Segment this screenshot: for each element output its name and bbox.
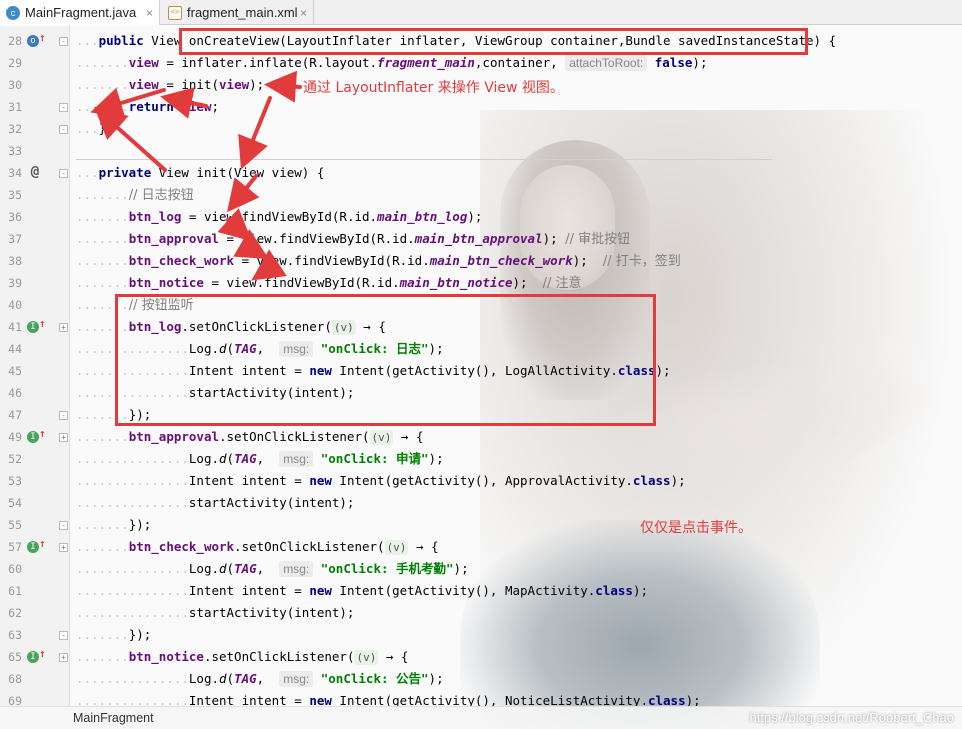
line-number: 63 — [8, 628, 22, 642]
code-line-54: ...............startActivity(intent); — [76, 495, 355, 510]
line-number: 31 — [8, 100, 22, 114]
code-line-53: ...............Intent intent = new Inten… — [76, 473, 686, 488]
code-line-38: .......btn_check_work = view.findViewByI… — [76, 253, 681, 269]
line-number: 60 — [8, 562, 22, 576]
go-to-super-icon[interactable]: ↑ — [39, 647, 46, 660]
line-number: 65 — [8, 650, 22, 664]
code-line-68: ...............Log.d(TAG, msg: "onClick:… — [76, 671, 444, 687]
line-number: 28 — [8, 34, 22, 48]
watermark: https://blog.csdn.net/Roobert_Chao — [749, 710, 954, 725]
annotation-box-signature — [179, 28, 808, 55]
annotation-note-click: 仅仅是点击事件。 — [640, 520, 752, 536]
editor-tab-bar: c MainFragment.java × <> fragment_main.x… — [0, 0, 962, 25]
code-line-62: ...............startActivity(intent); — [76, 605, 355, 620]
tab-fragment-main-xml[interactable]: <> fragment_main.xml × — [162, 0, 314, 25]
line-number: 33 — [8, 144, 22, 158]
close-icon[interactable]: × — [146, 6, 153, 20]
fold-collapse-icon[interactable]: - — [59, 411, 68, 420]
line-number: 62 — [8, 606, 22, 620]
line-number: 30 — [8, 78, 22, 92]
line-number: 49 — [8, 430, 22, 444]
code-line-63: .......}); — [76, 627, 152, 642]
go-to-super-icon[interactable]: ↑ — [39, 427, 46, 440]
line-number: 35 — [8, 188, 22, 202]
line-number: 44 — [8, 342, 22, 356]
fold-collapse-icon[interactable]: - — [59, 631, 68, 640]
line-number: 54 — [8, 496, 22, 510]
fold-collapse-icon[interactable]: - — [59, 37, 68, 46]
code-line-52: ...............Log.d(TAG, msg: "onClick:… — [76, 451, 444, 467]
line-number: 37 — [8, 232, 22, 246]
java-class-icon: c — [6, 5, 20, 20]
code-line-65: .......btn_notice.setOnClickListener((v)… — [76, 649, 409, 665]
line-number: 34 — [8, 166, 22, 180]
implement-method-icon[interactable]: I — [27, 651, 39, 663]
line-number: 40 — [8, 298, 22, 312]
implement-method-icon[interactable]: I — [27, 431, 39, 443]
annotation-note-inflater: 通过 LayoutInflater 来操作 View 视图。 — [303, 80, 564, 96]
code-line-34: ...private View init(View view) { — [76, 165, 325, 180]
line-number: 45 — [8, 364, 22, 378]
line-number: 61 — [8, 584, 22, 598]
code-line-57: .......btn_check_work.setOnClickListener… — [76, 539, 439, 555]
implement-method-icon[interactable]: I — [27, 541, 39, 553]
xml-file-icon: <> — [168, 5, 182, 20]
breadcrumb[interactable]: MainFragment — [73, 711, 154, 725]
line-number: 36 — [8, 210, 22, 224]
code-line-60: ...............Log.d(TAG, msg: "onClick:… — [76, 561, 469, 577]
tab-mainfragment-java[interactable]: c MainFragment.java × — [0, 0, 160, 25]
override-method-icon[interactable]: o — [27, 35, 39, 47]
annotation-box-listener — [115, 294, 656, 426]
go-to-super-icon[interactable]: ↑ — [39, 537, 46, 550]
fold-expand-icon[interactable]: + — [59, 323, 68, 332]
go-to-super-icon[interactable]: ↑ — [39, 317, 46, 330]
tab-label: MainFragment.java — [25, 5, 137, 20]
line-number: 41 — [8, 320, 22, 334]
fold-expand-icon[interactable]: + — [59, 653, 68, 662]
line-number: 29 — [8, 56, 22, 70]
line-number: 39 — [8, 276, 22, 290]
code-line-36: .......btn_log = view.findViewById(R.id.… — [76, 209, 483, 224]
fold-collapse-icon[interactable]: - — [59, 103, 68, 112]
code-line-30: .......view = init(view); — [76, 77, 265, 92]
status-bar: MainFragment https://blog.csdn.net/Roobe… — [0, 706, 962, 729]
code-line-49: .......btn_approval.setOnClickListener((… — [76, 429, 424, 445]
param-hint: attachToRoot: — [565, 55, 648, 71]
line-number: 53 — [8, 474, 22, 488]
code-line-32: ...} — [76, 121, 107, 136]
line-number: 68 — [8, 672, 22, 686]
close-icon[interactable]: × — [300, 6, 307, 20]
tab-label: fragment_main.xml — [187, 5, 298, 20]
fold-expand-icon[interactable]: + — [59, 543, 68, 552]
code-line-55: .......}); — [76, 517, 152, 532]
line-number: 47 — [8, 408, 22, 422]
fold-collapse-icon[interactable]: - — [59, 169, 68, 178]
code-line-69: ...............Intent intent = new Inten… — [76, 693, 701, 706]
code-line-61: ...............Intent intent = new Inten… — [76, 583, 648, 598]
code-line-31: .......return view; — [76, 99, 220, 114]
line-number: 57 — [8, 540, 22, 554]
line-number: 38 — [8, 254, 22, 268]
line-number: 52 — [8, 452, 22, 466]
line-number: 46 — [8, 386, 22, 400]
line-number: 55 — [8, 518, 22, 532]
code-line-35: .......// 日志按钮 — [76, 187, 194, 203]
fold-collapse-icon[interactable]: - — [59, 521, 68, 530]
code-line-29: .......view = inflater.inflate(R.layout.… — [76, 55, 708, 71]
line-number: 32 — [8, 122, 22, 136]
go-to-super-icon[interactable]: ↑ — [39, 31, 46, 44]
override-at-icon[interactable]: @ — [27, 164, 43, 180]
fold-collapse-icon[interactable]: - — [59, 125, 68, 134]
implement-method-icon[interactable]: I — [27, 321, 39, 333]
code-line-37: .......btn_approval = view.findViewById(… — [76, 231, 631, 247]
code-line-39: .......btn_notice = view.findViewById(R.… — [76, 275, 582, 291]
fold-expand-icon[interactable]: + — [59, 433, 68, 442]
